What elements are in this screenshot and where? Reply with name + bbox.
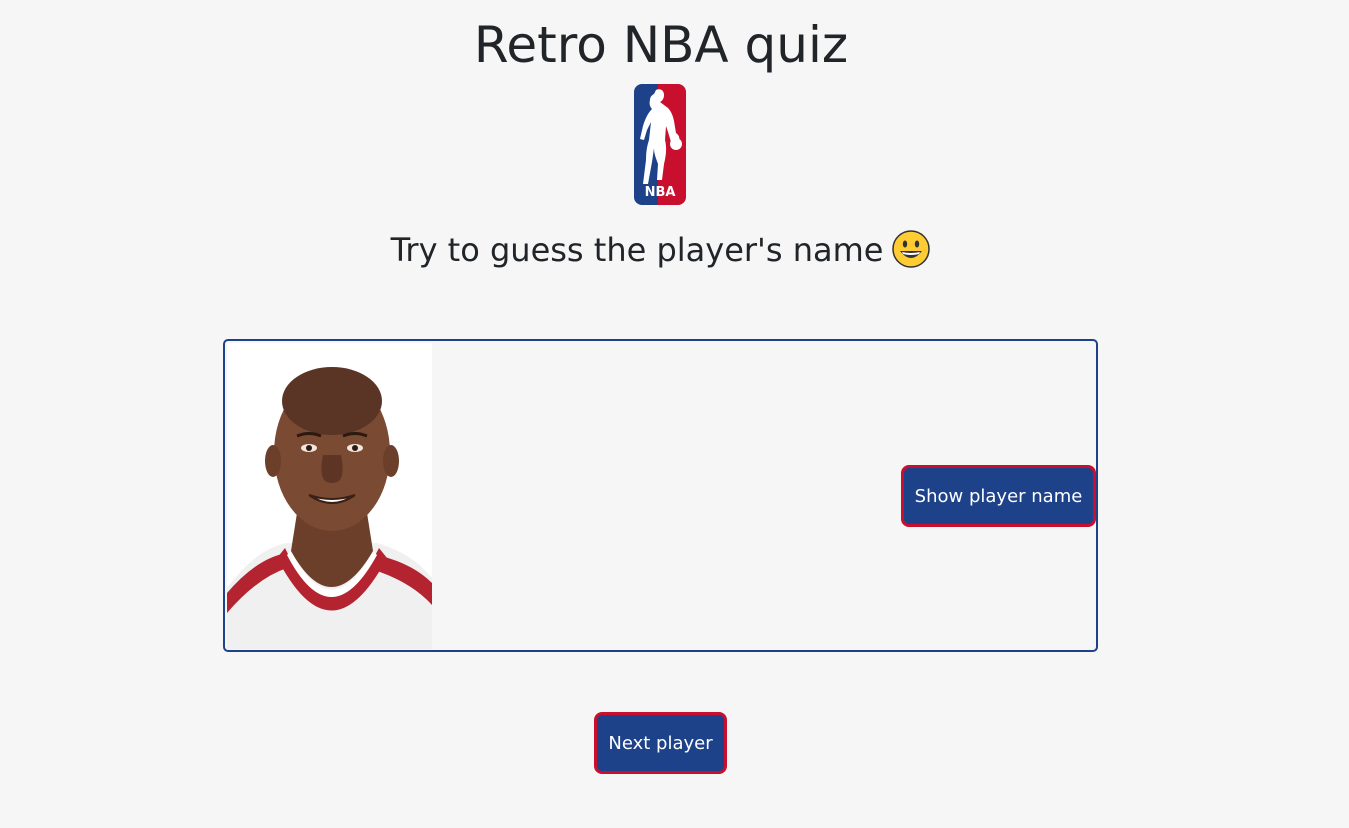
player-headshot-image xyxy=(227,343,432,649)
nba-logo-text: NBA xyxy=(645,185,676,200)
next-player-button[interactable]: Next player xyxy=(594,712,727,774)
show-player-name-button[interactable]: Show player name xyxy=(901,465,1096,527)
subtitle: Try to guess the player's name xyxy=(0,226,1322,274)
nba-logo-icon: NBA xyxy=(634,84,686,205)
page-title: Retro NBA quiz xyxy=(473,16,849,74)
grinning-face-emoji-icon xyxy=(892,230,931,268)
player-card: Show player name xyxy=(223,339,1098,652)
subtitle-text: Try to guess the player's name xyxy=(390,231,884,269)
